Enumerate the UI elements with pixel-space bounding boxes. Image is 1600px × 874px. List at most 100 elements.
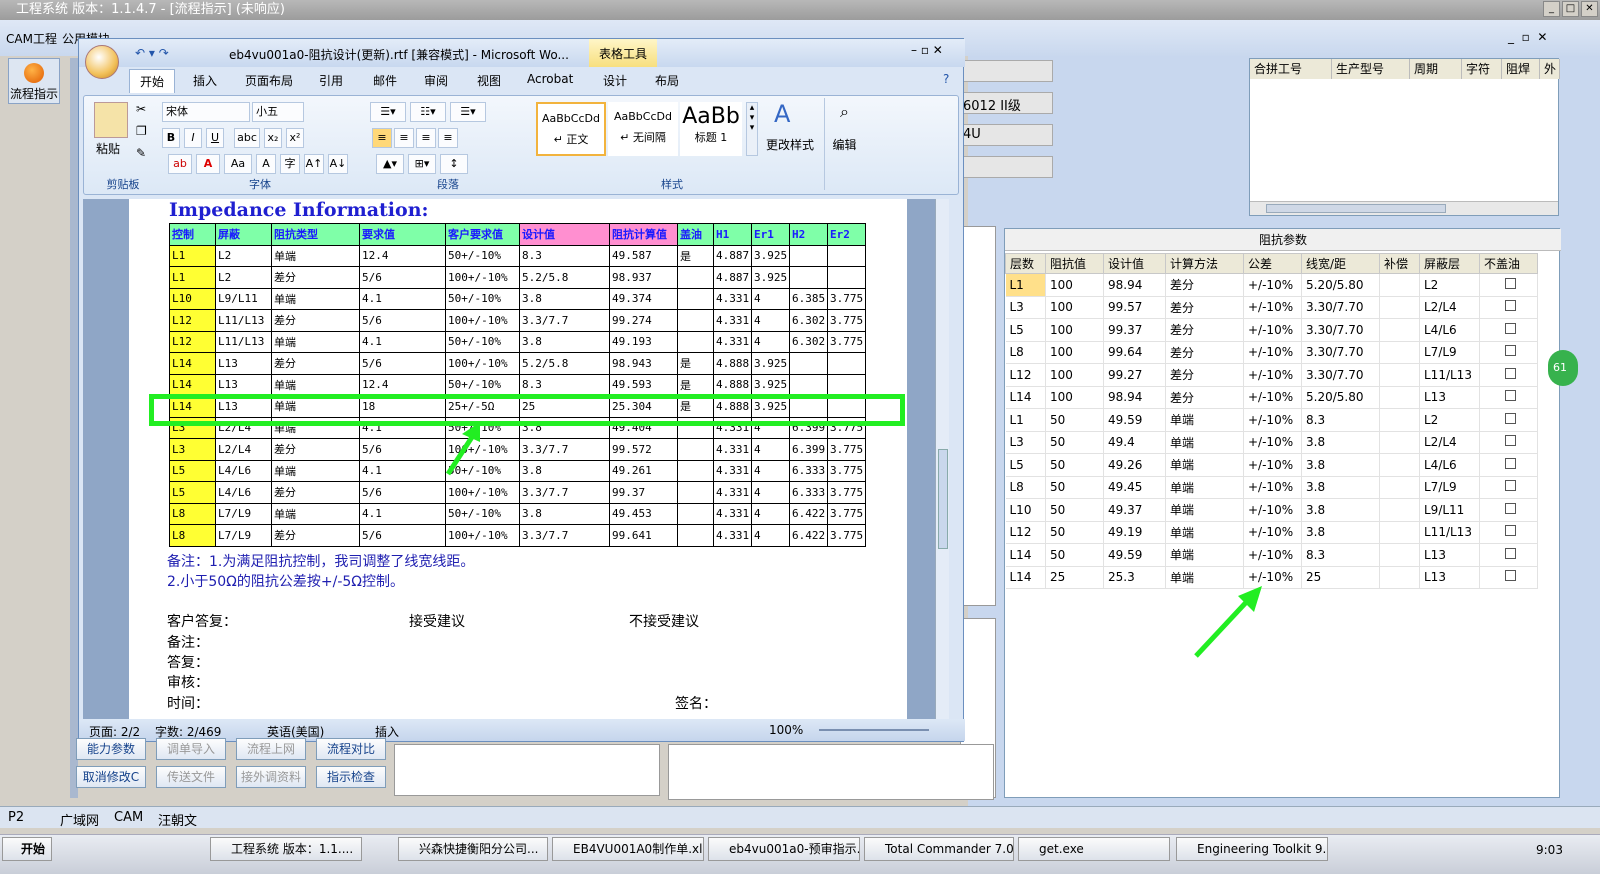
doc-cell[interactable]: L10	[169, 287, 216, 310]
doc-cell[interactable]: 4	[751, 524, 790, 547]
imp-cell[interactable]: +/-10%	[1243, 273, 1302, 297]
imp-cell[interactable]: L14	[1005, 543, 1046, 567]
tab-table-layout[interactable]: 布局	[655, 72, 679, 89]
change-styles-label[interactable]: 更改样式	[766, 136, 814, 153]
doc-cell[interactable]: 单端	[271, 459, 360, 482]
imp-cell[interactable]: 49.4	[1103, 431, 1166, 454]
style-normal[interactable]: AaBbCcDd ↵ 正文	[536, 102, 606, 156]
doc-cell[interactable]: 6.399	[789, 438, 828, 461]
imp-cell[interactable]: 98.94	[1103, 273, 1166, 297]
doc-table-row[interactable]: L12 L11/L13 差分 5/6 100+/-10% 3.3/7.7 99.274 4.3…	[169, 309, 866, 332]
imp-cell[interactable]: 单端	[1165, 408, 1244, 432]
underline-button[interactable]: U	[206, 128, 224, 148]
doc-cell[interactable]: 49.193	[609, 330, 678, 353]
no-coverlay-checkbox-cell[interactable]	[1479, 498, 1538, 522]
doc-cell[interactable]: 5.2/5.8	[519, 352, 610, 375]
doc-cell[interactable]: 3.775	[827, 502, 866, 525]
imp-cell[interactable]: 25	[1045, 566, 1104, 589]
no-coverlay-checkbox[interactable]	[1505, 345, 1516, 357]
col-cycle[interactable]: 周期	[1410, 59, 1462, 79]
imp-row[interactable]: L1 100 98.94 差分 +/-10% 5.20/5.80 L2	[1005, 273, 1538, 297]
doc-table-row[interactable]: L8 L7/L9 差分 5/6 100+/-10% 3.3/7.7 99.641 4.331 4…	[169, 524, 866, 547]
task-excel[interactable]: EB4VU001A0制作单.xls...	[552, 837, 704, 861]
doc-cell[interactable]: 3.8	[519, 287, 610, 310]
doc-cell[interactable]: 单端	[271, 373, 360, 396]
imp-cell[interactable]: L2/L4	[1419, 431, 1480, 454]
doc-cell[interactable]: 差分	[271, 352, 360, 375]
imp-cell[interactable]: 49.19	[1103, 521, 1166, 544]
doc-cell[interactable]: 98.943	[609, 352, 678, 375]
doc-cell[interactable]: 4.331	[713, 287, 752, 310]
doc-cell[interactable]: 3.775	[827, 287, 866, 310]
zoom-slider[interactable]	[819, 729, 929, 731]
no-coverlay-checkbox[interactable]	[1505, 502, 1516, 514]
doc-cell[interactable]	[827, 352, 866, 375]
doc-cell[interactable]: 4	[751, 287, 790, 310]
imp-cell[interactable]: L3	[1005, 296, 1046, 319]
doc-cell[interactable]	[789, 373, 828, 396]
doc-table-row[interactable]: L5 L4/L6 差分 5/6 100+/-10% 3.3/7.7 99.37 4.331 4 6…	[169, 481, 866, 504]
imp-cell[interactable]: +/-10%	[1243, 408, 1302, 432]
imp-cell[interactable]: +/-10%	[1243, 498, 1302, 522]
doc-cell[interactable]: 6.422	[789, 524, 828, 547]
imp-cell[interactable]: 差分	[1165, 318, 1244, 342]
doc-table-row[interactable]: L1 L2 单端 12.4 50+/-10% 8.3 49.587 是 4.887 3.925	[169, 244, 866, 267]
doc-cell[interactable]: 单端	[271, 244, 360, 267]
doc-table-row[interactable]: L12 L11/L13 单端 4.1 50+/-10% 3.8 49.193 4.331 4 6.…	[169, 330, 866, 353]
doc-v-scrollbar[interactable]	[935, 199, 949, 719]
no-coverlay-checkbox[interactable]	[1505, 525, 1516, 537]
justify-button[interactable]: ≡	[438, 128, 458, 148]
doc-cell[interactable]: L1	[169, 266, 216, 289]
doc-cell[interactable]	[677, 459, 714, 482]
imp-cell[interactable]: L8	[1005, 476, 1046, 499]
imp-cell[interactable]: L7/L9	[1419, 476, 1480, 499]
doc-cell[interactable]: L7/L9	[215, 502, 272, 525]
impedance-table[interactable]: 层数 阻抗值 设计值 计算方法 公差 线宽/距 补偿 屏蔽层 不盖油 L1 100 98.94 差分 +…	[1005, 253, 1538, 589]
sort-button[interactable]: ↕	[440, 154, 468, 174]
imp-cell[interactable]: 49.37	[1103, 498, 1166, 522]
doc-table-row[interactable]: L5 L4/L6 单端 4.1 50+/-10% 3.8 49.261 4.331 4 6.333…	[169, 459, 866, 482]
imp-cell[interactable]	[1379, 521, 1420, 544]
tab-wan[interactable]: 广域网	[60, 810, 99, 829]
imp-col-header[interactable]: 设计值	[1103, 253, 1166, 274]
doc-cell[interactable]: L12	[169, 330, 216, 353]
impedance-doc-table[interactable]: 控制 屏蔽 阻抗类型 要求值 客户要求值 设计值 阻抗计算值 盖油 H1 Er1 H2 Er2 L1 L…	[169, 223, 866, 547]
imp-col-header[interactable]: 层数	[1005, 253, 1046, 274]
doc-cell[interactable]: 50+/-10%	[445, 244, 520, 267]
imp-col-header[interactable]: 补偿	[1379, 253, 1420, 274]
imp-cell[interactable]	[1379, 453, 1420, 477]
doc-cell[interactable]: 50+/-10%	[445, 330, 520, 353]
doc-cell[interactable]	[677, 502, 714, 525]
no-coverlay-checkbox-cell[interactable]	[1479, 273, 1538, 297]
imp-cell[interactable]: +/-10%	[1243, 521, 1302, 544]
doc-cell[interactable]: 50+/-10%	[445, 287, 520, 310]
doc-cell[interactable]: 49.453	[609, 502, 678, 525]
imp-cell[interactable]: L13	[1419, 543, 1480, 567]
imp-cell[interactable]	[1379, 318, 1420, 342]
doc-cell[interactable]: 3.775	[827, 481, 866, 504]
imp-cell[interactable]: L11/L13	[1419, 521, 1480, 544]
doc-cell[interactable]: 50+/-10%	[445, 502, 520, 525]
doc-cell[interactable]: 4.331	[713, 438, 752, 461]
imp-cell[interactable]: L2	[1419, 408, 1480, 432]
imp-row[interactable]: L8 100 99.64 差分 +/-10% 3.30/7.70 L7/L9	[1005, 341, 1538, 364]
doc-cell[interactable]: 99.274	[609, 309, 678, 332]
imp-cell[interactable]: 49.45	[1103, 476, 1166, 499]
doc-cell[interactable]: 差分	[271, 438, 360, 461]
doc-cell[interactable]: 5.2/5.8	[519, 266, 610, 289]
bold-button[interactable]: B	[162, 128, 180, 148]
imp-cell[interactable]: 50	[1045, 431, 1104, 454]
task-word[interactable]: eb4vu001a0-预审指示....	[708, 837, 860, 861]
doc-cell[interactable]: 12.4	[359, 244, 446, 267]
doc-cell[interactable]: L2/L4	[215, 438, 272, 461]
imp-cell[interactable]: 99.27	[1103, 363, 1166, 387]
doc-cell[interactable]: 4.331	[713, 524, 752, 547]
imp-cell[interactable]: 3.8	[1301, 498, 1380, 522]
doc-cell[interactable]: 5/6	[359, 266, 446, 289]
doc-cell[interactable]: 99.641	[609, 524, 678, 547]
imp-cell[interactable]: 3.8	[1301, 431, 1380, 454]
imp-cell[interactable]: 50	[1045, 498, 1104, 522]
doc-cell[interactable]: 3.925	[751, 352, 790, 375]
imp-cell[interactable]: 单端	[1165, 476, 1244, 499]
doc-cell[interactable]: 单端	[271, 287, 360, 310]
